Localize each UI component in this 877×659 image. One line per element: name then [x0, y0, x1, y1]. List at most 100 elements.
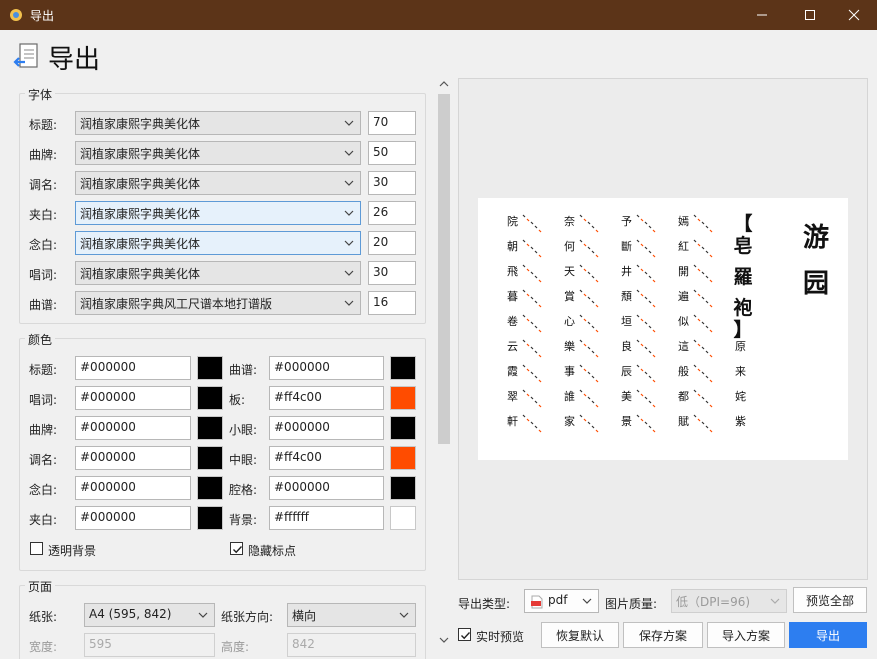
- color-aside-input[interactable]: #000000: [75, 506, 191, 530]
- realtime-preview-checkbox[interactable]: [458, 628, 471, 641]
- font-speech-size-input[interactable]: 20: [368, 231, 416, 255]
- notation-mark: [522, 339, 542, 358]
- chevron-down-icon: [344, 150, 354, 156]
- notation-mark: [579, 389, 599, 408]
- color-aside-swatch[interactable]: [197, 506, 223, 530]
- color-ban-label: 板:: [229, 393, 246, 407]
- color-lyrics-swatch[interactable]: [197, 386, 223, 410]
- color-lyrics-input[interactable]: #000000: [75, 386, 191, 410]
- color-speech-input[interactable]: #000000: [75, 476, 191, 500]
- orientation-select[interactable]: 横向: [287, 603, 416, 627]
- font-notation-select[interactable]: 润植家康熙字典风工尺谱本地打谱版: [75, 291, 361, 315]
- notation-mark: [579, 339, 599, 358]
- quality-select[interactable]: 低（DPI=96): [671, 589, 787, 613]
- color-small-eye-label: 小眼:: [229, 423, 258, 437]
- transparent-bg-checkbox[interactable]: [30, 542, 43, 555]
- minimize-button[interactable]: [739, 0, 785, 30]
- color-speech-swatch[interactable]: [197, 476, 223, 500]
- color-aside-label: 夹白:: [29, 513, 58, 527]
- font-notation-value: 润植家康熙字典风工尺谱本地打谱版: [80, 297, 273, 311]
- font-mode-value: 润植家康熙字典美化体: [80, 177, 201, 191]
- font-mode-size-input[interactable]: 30: [368, 171, 416, 195]
- notation-mark: [636, 414, 656, 433]
- color-mid-eye-input[interactable]: #ff4c00: [269, 446, 384, 470]
- notation-mark: [522, 289, 542, 308]
- font-speech-label: 念白:: [29, 238, 58, 252]
- color-mode-input[interactable]: #000000: [75, 446, 191, 470]
- notation-mark: [636, 289, 656, 308]
- font-title-size-input[interactable]: 70: [368, 111, 416, 135]
- height-input[interactable]: 842: [287, 633, 416, 657]
- font-title-select[interactable]: 润植家康熙字典美化体: [75, 111, 361, 135]
- width-label: 宽度:: [29, 640, 58, 654]
- color-background-input[interactable]: #ffffff: [269, 506, 384, 530]
- maximize-button[interactable]: [787, 0, 833, 30]
- notation-mark: [579, 239, 599, 258]
- font-lyrics-size-input[interactable]: 30: [368, 261, 416, 285]
- restore-default-button[interactable]: 恢复默认: [541, 622, 619, 648]
- font-title-value: 润植家康熙字典美化体: [80, 117, 201, 131]
- scroll-up-icon[interactable]: [439, 80, 449, 88]
- import-scheme-button[interactable]: 导入方案: [707, 622, 785, 648]
- font-mode-label: 调名:: [29, 178, 58, 192]
- chevron-down-icon: [344, 210, 354, 216]
- font-aside-size-input[interactable]: 26: [368, 201, 416, 225]
- paper-label: 纸张:: [29, 610, 58, 624]
- color-small-eye-input[interactable]: #000000: [269, 416, 384, 440]
- color-tune-input[interactable]: #000000: [75, 416, 191, 440]
- paper-select[interactable]: A4 (595, 842): [84, 603, 215, 627]
- notation-mark: [693, 239, 713, 258]
- width-input[interactable]: 595: [84, 633, 215, 657]
- color-title-input[interactable]: #000000: [75, 356, 191, 380]
- checkmark-icon: [233, 546, 243, 554]
- chevron-down-icon: [344, 180, 354, 186]
- color-title-swatch[interactable]: [197, 356, 223, 380]
- notation-mark: [693, 264, 713, 283]
- color-notation-input[interactable]: #000000: [269, 356, 384, 380]
- font-notation-size-input[interactable]: 16: [368, 291, 416, 315]
- color-speech-label: 念白:: [29, 483, 58, 497]
- save-scheme-button[interactable]: 保存方案: [623, 622, 703, 648]
- chevron-down-icon: [198, 612, 208, 618]
- export-type-select[interactable]: pdf: [524, 589, 599, 613]
- color-tune-label: 曲牌:: [29, 423, 58, 437]
- chevron-down-icon: [344, 120, 354, 126]
- notation-mark: [522, 239, 542, 258]
- font-mode-select[interactable]: 润植家康熙字典美化体: [75, 171, 361, 195]
- notation-mark: [693, 389, 713, 408]
- export-type-value: pdf: [548, 593, 568, 607]
- preview-all-button[interactable]: 预览全部: [793, 587, 867, 613]
- font-tune-select[interactable]: 润植家康熙字典美化体: [75, 141, 361, 165]
- color-background-swatch[interactable]: [390, 506, 416, 530]
- export-button[interactable]: 导出: [789, 622, 867, 648]
- close-button[interactable]: [831, 0, 877, 30]
- preview-page: 游 园 【 皂 羅 袍 】 原 来 姹 紫 嫣 紅 開 遍 似 這 般 都 賦: [478, 198, 848, 460]
- color-tune-swatch[interactable]: [197, 416, 223, 440]
- color-ban-swatch[interactable]: [390, 386, 416, 410]
- color-mid-eye-swatch[interactable]: [390, 446, 416, 470]
- color-melisma-swatch[interactable]: [390, 476, 416, 500]
- notation-mark: [693, 214, 713, 233]
- chevron-down-icon: [582, 598, 592, 604]
- font-speech-select[interactable]: 润植家康熙字典美化体: [75, 231, 361, 255]
- color-ban-input[interactable]: #ff4c00: [269, 386, 384, 410]
- font-title-label: 标题:: [29, 118, 58, 132]
- font-aside-select[interactable]: 润植家康熙字典美化体: [75, 201, 361, 225]
- font-aside-value: 润植家康熙字典美化体: [80, 207, 201, 221]
- maximize-icon: [805, 10, 815, 20]
- chevron-down-icon: [770, 598, 780, 604]
- notation-mark: [522, 214, 542, 233]
- checkmark-icon: [461, 632, 471, 640]
- scrollbar-thumb[interactable]: [438, 94, 450, 444]
- font-tune-size-input[interactable]: 50: [368, 141, 416, 165]
- color-small-eye-swatch[interactable]: [390, 416, 416, 440]
- color-notation-swatch[interactable]: [390, 356, 416, 380]
- scroll-down-icon[interactable]: [439, 636, 449, 644]
- notation-mark: [693, 289, 713, 308]
- color-mode-swatch[interactable]: [197, 446, 223, 470]
- font-lyrics-select[interactable]: 润植家康熙字典美化体: [75, 261, 361, 285]
- color-group-label: 颜色: [25, 331, 56, 348]
- height-label: 高度:: [221, 640, 250, 654]
- color-melisma-input[interactable]: #000000: [269, 476, 384, 500]
- hide-marks-checkbox[interactable]: [230, 542, 243, 555]
